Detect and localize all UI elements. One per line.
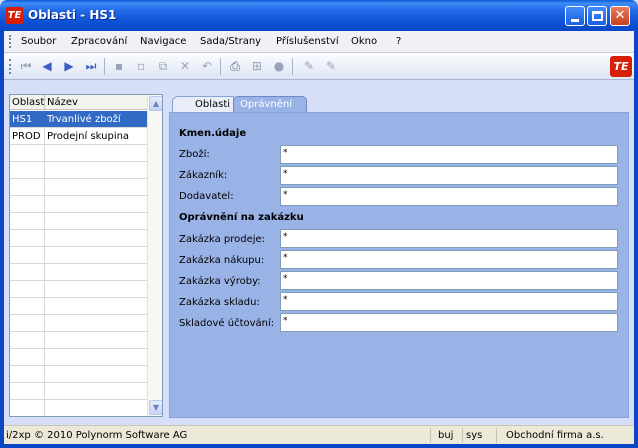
table-row-empty[interactable]	[10, 366, 147, 383]
new-document-icon[interactable]: ▫	[134, 59, 148, 73]
next-record-icon[interactable]: ▶	[62, 59, 76, 73]
label-zakaznik: Zákazník:	[179, 170, 228, 181]
zakazka-prodeje-field[interactable]: *	[280, 229, 618, 248]
zakazka-vyroby-field[interactable]: *	[280, 271, 618, 290]
column-header-nazev[interactable]: Název	[47, 97, 78, 108]
edit-pen-icon[interactable]: ✎	[302, 59, 316, 73]
grid-header: Oblast Název	[10, 95, 147, 110]
zakazka-skladu-field[interactable]: *	[280, 292, 618, 311]
grid-vertical-scrollbar[interactable]: ▲ ▼	[147, 95, 162, 416]
toolbar-grip[interactable]	[9, 59, 11, 74]
menu-prislusenstvi[interactable]: Příslušenství	[276, 36, 339, 47]
cell-nazev: Trvanlivé zboží	[47, 114, 121, 125]
tab-oblasti[interactable]: Oblasti	[172, 96, 234, 113]
label-zakazka-nakupu: Zakázka nákupu:	[179, 255, 265, 266]
table-row[interactable]: PROD Prodejní skupina	[10, 128, 147, 145]
first-record-icon[interactable]: ⏮	[19, 59, 33, 73]
window-title: Oblasti - HS1	[28, 8, 117, 22]
status-separator	[496, 428, 497, 443]
table-row-empty[interactable]	[10, 162, 147, 179]
menu-soubor[interactable]: Soubor	[21, 36, 56, 47]
stop-icon[interactable]: ●	[272, 59, 286, 73]
status-system: sys	[466, 430, 483, 441]
menu-grip[interactable]	[9, 35, 11, 48]
dodavatel-field[interactable]: *	[280, 187, 618, 206]
minimize-button[interactable]	[565, 6, 585, 26]
areas-grid: Oblast Název HS1 Trvanlivé zboží PROD Pr…	[9, 94, 163, 417]
zbozi-field[interactable]: *	[280, 145, 618, 164]
last-record-icon[interactable]: ⏭	[84, 59, 98, 73]
toolbar-separator	[292, 58, 293, 75]
table-row-empty[interactable]	[10, 349, 147, 366]
zakazka-nakupu-field[interactable]: *	[280, 250, 618, 269]
column-divider[interactable]	[44, 95, 45, 110]
cell-nazev: Prodejní skupina	[47, 131, 130, 142]
table-row-empty[interactable]	[10, 145, 147, 162]
menu-help[interactable]: ?	[396, 36, 401, 47]
undo-icon[interactable]: ↶	[200, 59, 214, 73]
table-row-empty[interactable]	[10, 315, 147, 332]
table-row-empty[interactable]	[10, 247, 147, 264]
status-user: buj	[438, 430, 454, 441]
section-kmen-udaje: Kmen.údaje	[179, 128, 247, 139]
label-zakazka-prodeje: Zakázka prodeje:	[179, 234, 266, 245]
previous-record-icon[interactable]: ◀	[40, 59, 54, 73]
close-icon: ✕	[614, 8, 626, 23]
menu-okno[interactable]: Okno	[351, 36, 377, 47]
table-row-empty[interactable]	[10, 179, 147, 196]
copy-icon[interactable]: ⧉	[156, 59, 170, 73]
title-bar[interactable]: TE Oblasti - HS1 ✕	[0, 0, 638, 31]
edit-pen-2-icon[interactable]: ✎	[324, 59, 338, 73]
delete-icon[interactable]: ✕	[178, 59, 192, 73]
cell-oblast: PROD	[12, 131, 41, 142]
close-button[interactable]: ✕	[610, 6, 630, 26]
tab-opravneni[interactable]: Oprávnění	[233, 96, 307, 113]
maximize-icon	[592, 11, 603, 21]
table-row[interactable]: HS1 Trvanlivé zboží	[10, 111, 147, 128]
label-zbozi: Zboží:	[179, 149, 210, 160]
table-row-empty[interactable]	[10, 281, 147, 298]
scroll-down-icon[interactable]: ▼	[149, 400, 162, 415]
window-frame-bottom	[0, 444, 638, 448]
toolbar: ⏮ ◀ ▶ ⏭ ▪ ▫ ⧉ ✕ ↶ ⎙ ⊞ ● ✎ ✎ TE	[4, 53, 634, 80]
tree-icon[interactable]: ⊞	[250, 59, 264, 73]
status-bar: i/2xp © 2010 Polynorm Software AG buj sy…	[4, 425, 634, 444]
section-opravneni-na-zakazku: Oprávnění na zakázku	[179, 212, 304, 223]
window-frame-right	[634, 31, 638, 448]
company-logo-icon: TE	[610, 56, 632, 77]
window-frame-left	[0, 31, 4, 448]
scroll-up-icon[interactable]: ▲	[149, 96, 162, 111]
status-separator	[430, 428, 431, 443]
label-dodavatel: Dodavatel:	[179, 191, 234, 202]
skladove-uctovani-field[interactable]: *	[280, 313, 618, 332]
label-zakazka-vyroby: Zakázka výroby:	[179, 276, 261, 287]
minimize-icon	[571, 19, 579, 22]
app-logo-icon[interactable]: TE	[6, 7, 23, 24]
table-row-empty[interactable]	[10, 298, 147, 315]
menu-sada-strany[interactable]: Sada/Strany	[200, 36, 261, 47]
toolbar-separator	[104, 58, 105, 75]
table-row-empty[interactable]	[10, 196, 147, 213]
status-separator	[462, 428, 463, 443]
toolbar-separator	[220, 58, 221, 75]
menu-navigace[interactable]: Navigace	[140, 36, 186, 47]
table-row-empty[interactable]	[10, 213, 147, 230]
print-icon[interactable]: ⎙	[228, 59, 242, 73]
menu-bar: Soubor Zpracování Navigace Sada/Strany P…	[4, 31, 634, 53]
table-row-empty[interactable]	[10, 332, 147, 349]
table-row-empty[interactable]	[10, 230, 147, 247]
table-row-empty[interactable]	[10, 383, 147, 400]
cell-oblast: HS1	[12, 114, 33, 125]
label-zakazka-skladu: Zakázka skladu:	[179, 297, 260, 308]
save-icon[interactable]: ▪	[112, 59, 126, 73]
column-header-oblast[interactable]: Oblast	[12, 97, 44, 108]
zakaznik-field[interactable]: *	[280, 166, 618, 185]
maximize-button[interactable]	[587, 6, 607, 26]
table-row-empty[interactable]	[10, 264, 147, 281]
table-row-empty[interactable]	[10, 400, 147, 416]
status-company: Obchodní firma a.s.	[506, 430, 604, 441]
menu-zpracovani[interactable]: Zpracování	[71, 36, 127, 47]
label-skladove-uctovani: Skladové účtování:	[179, 318, 275, 329]
status-copyright: i/2xp © 2010 Polynorm Software AG	[6, 430, 188, 441]
